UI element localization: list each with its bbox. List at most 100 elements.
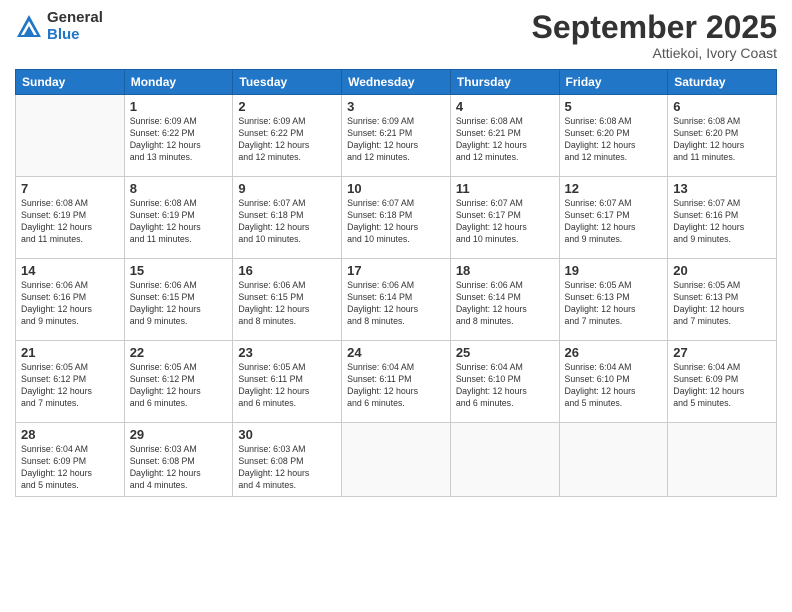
table-row: 10 Sunrise: 6:07 AM Sunset: 6:18 PM Dayli… (342, 177, 451, 259)
day-info: Sunrise: 6:03 AM Sunset: 6:08 PM Dayligh… (238, 444, 336, 492)
day-info: Sunrise: 6:07 AM Sunset: 6:17 PM Dayligh… (456, 198, 554, 246)
table-row (450, 423, 559, 497)
day-number: 8 (130, 181, 228, 196)
table-row: 27 Sunrise: 6:04 AM Sunset: 6:09 PM Dayli… (668, 341, 777, 423)
day-number: 18 (456, 263, 554, 278)
table-row: 17Sunrise: 6:06 AM Sunset: 6:14 PM Dayli… (342, 259, 451, 341)
day-number: 23 (238, 345, 336, 360)
location: Attiekoi, Ivory Coast (532, 45, 777, 61)
day-info: Sunrise: 6:05 AM Sunset: 6:13 PM Dayligh… (565, 280, 663, 328)
table-row: 2 Sunrise: 6:09 AM Sunset: 6:22 PM Daylig… (233, 95, 342, 177)
table-row: 22 Sunrise: 6:05 AM Sunset: 6:12 PM Dayli… (124, 341, 233, 423)
table-row: 25Sunrise: 6:04 AM Sunset: 6:10 PM Dayli… (450, 341, 559, 423)
day-number: 24 (347, 345, 445, 360)
day-number: 6 (673, 99, 771, 114)
day-number: 27 (673, 345, 771, 360)
day-info: Sunrise: 6:06 AM Sunset: 6:16 PM Dayligh… (21, 280, 119, 328)
day-info: Sunrise: 6:09 AM Sunset: 6:22 PM Dayligh… (130, 116, 228, 164)
table-row: 7Sunrise: 6:08 AM Sunset: 6:19 PM Daylig… (16, 177, 125, 259)
table-row: 30 Sunrise: 6:03 AM Sunset: 6:08 PM Dayli… (233, 423, 342, 497)
day-number: 28 (21, 427, 119, 442)
day-info: Sunrise: 6:04 AM Sunset: 6:09 PM Dayligh… (673, 362, 771, 410)
logo-icon (15, 13, 43, 41)
day-number: 13 (673, 181, 771, 196)
header: General Blue September 2025 Attiekoi, Iv… (15, 10, 777, 61)
table-row: 19 Sunrise: 6:05 AM Sunset: 6:13 PM Dayli… (559, 259, 668, 341)
day-number: 30 (238, 427, 336, 442)
col-wednesday: Wednesday (342, 70, 451, 95)
day-info: Sunrise: 6:08 AM Sunset: 6:20 PM Dayligh… (565, 116, 663, 164)
day-info: Sunrise: 6:06 AM Sunset: 6:15 PM Dayligh… (130, 280, 228, 328)
day-number: 26 (565, 345, 663, 360)
day-info: Sunrise: 6:08 AM Sunset: 6:19 PM Dayligh… (21, 198, 119, 246)
table-row (559, 423, 668, 497)
table-row: 26 Sunrise: 6:04 AM Sunset: 6:10 PM Dayli… (559, 341, 668, 423)
day-number: 21 (21, 345, 119, 360)
day-number: 10 (347, 181, 445, 196)
table-row (668, 423, 777, 497)
table-row: 15Sunrise: 6:06 AM Sunset: 6:15 PM Dayli… (124, 259, 233, 341)
day-number: 12 (565, 181, 663, 196)
table-row: 23 Sunrise: 6:05 AM Sunset: 6:11 PM Dayli… (233, 341, 342, 423)
day-number: 17 (347, 263, 445, 278)
day-info: Sunrise: 6:07 AM Sunset: 6:18 PM Dayligh… (238, 198, 336, 246)
table-row: 4Sunrise: 6:08 AM Sunset: 6:21 PM Daylig… (450, 95, 559, 177)
day-info: Sunrise: 6:09 AM Sunset: 6:22 PM Dayligh… (238, 116, 336, 164)
calendar-header-row: Sunday Monday Tuesday Wednesday Thursday… (16, 70, 777, 95)
day-number: 3 (347, 99, 445, 114)
day-number: 16 (238, 263, 336, 278)
table-row: 20 Sunrise: 6:05 AM Sunset: 6:13 PM Dayli… (668, 259, 777, 341)
table-row: 14 Sunrise: 6:06 AM Sunset: 6:16 PM Dayli… (16, 259, 125, 341)
day-number: 29 (130, 427, 228, 442)
day-info: Sunrise: 6:07 AM Sunset: 6:16 PM Dayligh… (673, 198, 771, 246)
day-number: 14 (21, 263, 119, 278)
day-info: Sunrise: 6:05 AM Sunset: 6:13 PM Dayligh… (673, 280, 771, 328)
day-info: Sunrise: 6:08 AM Sunset: 6:20 PM Dayligh… (673, 116, 771, 164)
table-row: 3 Sunrise: 6:09 AM Sunset: 6:21 PM Daylig… (342, 95, 451, 177)
table-row: 28 Sunrise: 6:04 AM Sunset: 6:09 PM Dayli… (16, 423, 125, 497)
day-number: 9 (238, 181, 336, 196)
day-info: Sunrise: 6:08 AM Sunset: 6:19 PM Dayligh… (130, 198, 228, 246)
day-number: 19 (565, 263, 663, 278)
table-row: 9 Sunrise: 6:07 AM Sunset: 6:18 PM Daylig… (233, 177, 342, 259)
day-info: Sunrise: 6:05 AM Sunset: 6:11 PM Dayligh… (238, 362, 336, 410)
table-row: 6 Sunrise: 6:08 AM Sunset: 6:20 PM Daylig… (668, 95, 777, 177)
table-row: 11 Sunrise: 6:07 AM Sunset: 6:17 PM Dayli… (450, 177, 559, 259)
title-block: September 2025 Attiekoi, Ivory Coast (532, 10, 777, 61)
col-tuesday: Tuesday (233, 70, 342, 95)
table-row (342, 423, 451, 497)
day-number: 5 (565, 99, 663, 114)
day-number: 1 (130, 99, 228, 114)
day-info: Sunrise: 6:06 AM Sunset: 6:14 PM Dayligh… (456, 280, 554, 328)
table-row: 1 Sunrise: 6:09 AM Sunset: 6:22 PM Daylig… (124, 95, 233, 177)
calendar-table: Sunday Monday Tuesday Wednesday Thursday… (15, 69, 777, 497)
logo-blue: Blue (47, 27, 103, 44)
page: General Blue September 2025 Attiekoi, Iv… (0, 0, 792, 612)
day-info: Sunrise: 6:09 AM Sunset: 6:21 PM Dayligh… (347, 116, 445, 164)
day-info: Sunrise: 6:04 AM Sunset: 6:10 PM Dayligh… (565, 362, 663, 410)
table-row: 16 Sunrise: 6:06 AM Sunset: 6:15 PM Dayli… (233, 259, 342, 341)
day-info: Sunrise: 6:04 AM Sunset: 6:09 PM Dayligh… (21, 444, 119, 492)
col-saturday: Saturday (668, 70, 777, 95)
day-number: 11 (456, 181, 554, 196)
table-row: 8 Sunrise: 6:08 AM Sunset: 6:19 PM Daylig… (124, 177, 233, 259)
table-row: 29 Sunrise: 6:03 AM Sunset: 6:08 PM Dayli… (124, 423, 233, 497)
day-info: Sunrise: 6:03 AM Sunset: 6:08 PM Dayligh… (130, 444, 228, 492)
day-info: Sunrise: 6:06 AM Sunset: 6:15 PM Dayligh… (238, 280, 336, 328)
table-row: 13 Sunrise: 6:07 AM Sunset: 6:16 PM Dayli… (668, 177, 777, 259)
logo-text: General Blue (47, 10, 103, 43)
day-number: 2 (238, 99, 336, 114)
table-row: 5 Sunrise: 6:08 AM Sunset: 6:20 PM Daylig… (559, 95, 668, 177)
day-info: Sunrise: 6:05 AM Sunset: 6:12 PM Dayligh… (21, 362, 119, 410)
col-friday: Friday (559, 70, 668, 95)
logo-general: General (47, 10, 103, 27)
day-number: 22 (130, 345, 228, 360)
day-info: Sunrise: 6:05 AM Sunset: 6:12 PM Dayligh… (130, 362, 228, 410)
day-info: Sunrise: 6:08 AM Sunset: 6:21 PM Dayligh… (456, 116, 554, 164)
logo: General Blue (15, 10, 103, 43)
col-monday: Monday (124, 70, 233, 95)
col-sunday: Sunday (16, 70, 125, 95)
table-row: 18 Sunrise: 6:06 AM Sunset: 6:14 PM Dayli… (450, 259, 559, 341)
day-number: 20 (673, 263, 771, 278)
day-info: Sunrise: 6:07 AM Sunset: 6:18 PM Dayligh… (347, 198, 445, 246)
